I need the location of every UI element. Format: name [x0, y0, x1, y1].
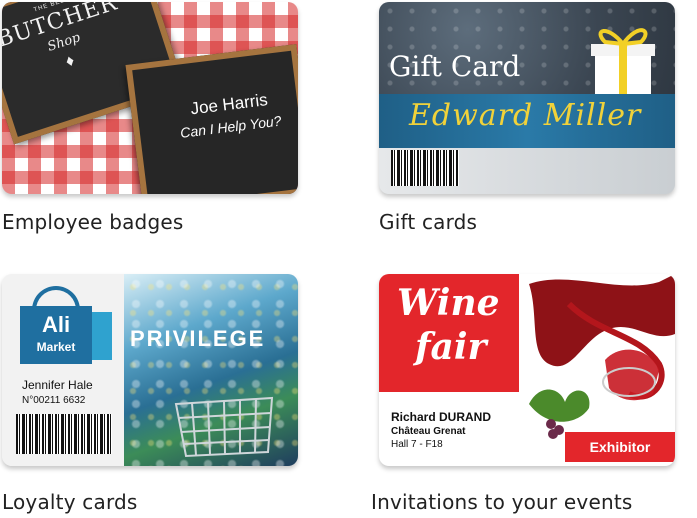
- caption-employee-badges: Employee badges: [2, 210, 184, 234]
- shopping-cart-icon: [174, 396, 274, 458]
- privilege-banner: PRIVILEGE: [130, 326, 266, 351]
- gift-card-name: Edward Miller: [409, 98, 642, 133]
- invitee-name: Richard DURAND: [391, 410, 492, 424]
- gift-card-title: Gift Card: [389, 50, 521, 83]
- name-chalkboard: Joe Harris Can I Help You?: [125, 44, 298, 194]
- wine-title: Wine: [397, 282, 500, 324]
- exhibitor-badge: Exhibitor: [565, 432, 675, 462]
- gift-box-icon: [591, 28, 655, 94]
- gift-card: Gift Card Edward Miller: [379, 2, 675, 194]
- caption-invitations: Invitations to your events: [371, 490, 633, 514]
- employee-badge-card: THE BEST BUTCHER Shop ♦ Joe Harris Can I…: [2, 2, 298, 194]
- brand-name: Ali: [41, 312, 71, 337]
- loyalty-card: Ali Market Jennifer Hale N°00211 6632 PR…: [2, 274, 298, 466]
- caption-loyalty-cards: Loyalty cards: [2, 490, 138, 514]
- fair-title: fair: [415, 326, 487, 368]
- barcode: [391, 150, 459, 186]
- invitation-card: Wine fair Richard DURAND Château Grenat …: [379, 274, 675, 466]
- barcode: [16, 414, 112, 454]
- member-number: N°00211 6632: [22, 395, 86, 406]
- caption-gift-cards: Gift cards: [379, 210, 478, 234]
- invitee-location: Hall 7 - F18: [391, 439, 443, 450]
- invitee-company: Château Grenat: [391, 426, 466, 437]
- brand-subtitle: Market: [36, 340, 76, 354]
- member-name: Jennifer Hale: [22, 378, 93, 392]
